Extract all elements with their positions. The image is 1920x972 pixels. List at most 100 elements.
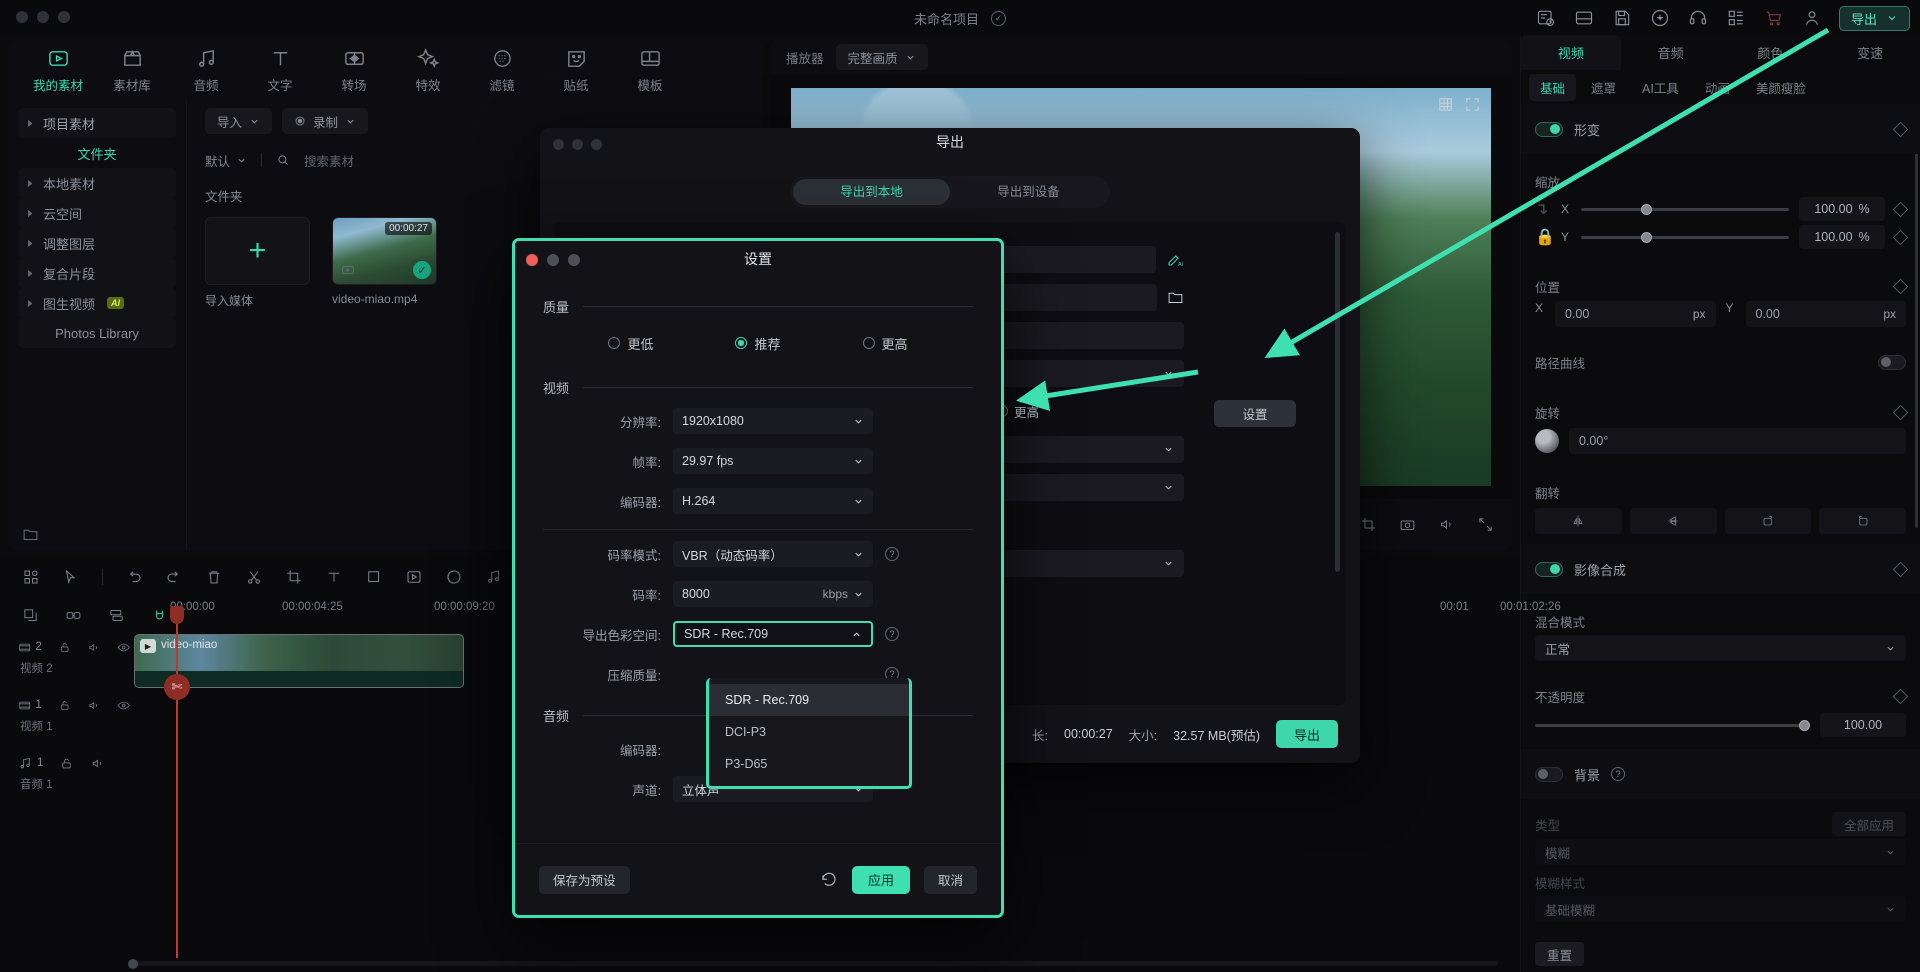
headset-icon[interactable]	[1687, 7, 1709, 29]
scale-x-slider[interactable]	[1581, 208, 1789, 211]
sidebar-item-local-media[interactable]: 本地素材	[18, 168, 176, 198]
tab-export-device[interactable]: 导出到设备	[950, 179, 1107, 205]
opacity-value-box[interactable]: 100.00	[1820, 713, 1906, 737]
record-button[interactable]: 录制	[282, 108, 368, 134]
mute-icon[interactable]	[87, 640, 100, 655]
select-tool-icon[interactable]	[62, 568, 80, 586]
lock-icon[interactable]: 🔒	[1535, 227, 1551, 247]
preview-quality-dropdown[interactable]: 完整画质	[836, 44, 928, 70]
lock-icon[interactable]	[58, 698, 71, 713]
nav-tab-audio[interactable]: 音频	[174, 47, 238, 94]
maximize-window-button[interactable]	[568, 254, 580, 266]
sort-dropdown[interactable]: 默认	[205, 151, 247, 170]
import-button[interactable]: 导入	[205, 108, 272, 134]
save-icon[interactable]	[1611, 7, 1633, 29]
mute-icon[interactable]	[90, 756, 105, 771]
background-toggle[interactable]	[1535, 767, 1563, 782]
apply-all-button[interactable]: 全部应用	[1832, 812, 1906, 836]
subtab-animation[interactable]: 动画	[1694, 74, 1741, 101]
cart-icon[interactable]	[1763, 7, 1785, 29]
scale-x-value-box[interactable]: 100.00 %	[1799, 197, 1885, 221]
grid-view-icon[interactable]	[22, 568, 40, 586]
bitrate-mode-select[interactable]: VBR（动态码率）	[673, 541, 873, 567]
crop-icon[interactable]	[285, 568, 303, 586]
reset-button[interactable]: 重置	[1535, 942, 1584, 966]
search-input[interactable]: 搜索素材	[304, 151, 354, 170]
link-clips-icon[interactable]	[65, 607, 82, 624]
framerate-select[interactable]: 29.97 fps	[673, 448, 873, 474]
user-icon[interactable]	[1801, 7, 1823, 29]
keyframe-icon[interactable]	[1893, 278, 1909, 294]
duplicate-icon[interactable]	[22, 607, 39, 624]
keyframe-icon[interactable]	[1893, 404, 1909, 420]
nav-tab-effects[interactable]: 特效	[396, 47, 460, 94]
sidebar-item-image-to-video[interactable]: 图生视频 AI	[18, 288, 176, 318]
keyframe-icon[interactable]	[1893, 201, 1909, 217]
media-card-video[interactable]: 00:00:27 ✓ video-miao.mp4	[332, 217, 437, 309]
nav-tab-text[interactable]: 文字	[248, 47, 312, 94]
visibility-icon[interactable]	[117, 698, 130, 713]
import-media-card[interactable]: + 导入媒体	[205, 217, 310, 309]
nav-tab-sticker[interactable]: 贴纸	[544, 47, 608, 94]
blend-mode-select[interactable]: 正常	[1535, 635, 1906, 661]
flip-horizontal-button[interactable]	[1535, 508, 1622, 534]
keyframe-icon[interactable]	[1893, 229, 1909, 245]
bitrate-input[interactable]: 8000 kbps	[673, 581, 873, 607]
cancel-button[interactable]: 取消	[924, 866, 977, 894]
media-thumbnail[interactable]: 00:00:27 ✓	[332, 217, 437, 285]
subtab-ai-tools[interactable]: AI工具	[1631, 74, 1690, 101]
keyframe-icon[interactable]	[1893, 121, 1909, 137]
help-icon[interactable]: ?	[885, 547, 899, 561]
maximize-window-button[interactable]	[591, 139, 602, 150]
help-icon[interactable]: ?	[885, 627, 899, 641]
timeline-horizontal-scrollbar[interactable]	[128, 961, 1498, 966]
subtab-mask[interactable]: 遮罩	[1580, 74, 1627, 101]
snapshot-icon[interactable]	[1399, 516, 1416, 533]
lock-icon[interactable]	[59, 756, 74, 771]
delete-icon[interactable]	[205, 568, 223, 586]
grid-overlay-icon[interactable]	[1437, 96, 1454, 113]
export-confirm-button[interactable]: 导出	[1276, 720, 1338, 748]
encoder-select[interactable]: H.264	[673, 488, 873, 514]
playhead-split-icon[interactable]: ✄	[164, 674, 190, 700]
fullscreen-icon[interactable]	[1464, 96, 1481, 113]
quality-radio-recommended[interactable]: 推荐	[735, 334, 780, 353]
layout-icon[interactable]	[1573, 7, 1595, 29]
keyframe-icon[interactable]	[1893, 561, 1909, 577]
blur-style-select[interactable]: 基础模糊	[1535, 896, 1906, 922]
align-icon[interactable]	[108, 607, 125, 624]
help-icon[interactable]: ?	[1611, 767, 1625, 781]
tab-speed[interactable]: 变速	[1820, 43, 1920, 70]
sidebar-item-adjustment-layer[interactable]: 调整图层	[18, 228, 176, 258]
opacity-slider[interactable]	[1535, 724, 1810, 727]
colorspace-option-sdr-rec709[interactable]: SDR - Rec.709	[709, 684, 909, 716]
expand-icon[interactable]	[1477, 516, 1494, 533]
pos-y-field[interactable]: 0.00 px	[1746, 301, 1907, 327]
rotation-dial[interactable]	[1535, 429, 1559, 453]
text-icon[interactable]	[325, 568, 343, 586]
grid-apps-icon[interactable]	[1725, 7, 1747, 29]
settings-button[interactable]: 设置	[1214, 400, 1296, 427]
close-window-button[interactable]	[553, 139, 564, 150]
minimize-window-button[interactable]	[547, 254, 559, 266]
colorspace-option-p3-d65[interactable]: P3-D65	[709, 748, 909, 780]
audio-detach-icon[interactable]	[485, 568, 503, 586]
sidebar-item-cloud[interactable]: 云空间	[18, 198, 176, 228]
quality-radio-high[interactable]: 更高	[863, 334, 908, 353]
rotate-left-button[interactable]	[1725, 508, 1812, 534]
subtab-beauty[interactable]: 美颜瘦脸	[1745, 74, 1817, 101]
reset-icon[interactable]	[820, 871, 838, 889]
scale-y-value-box[interactable]: 100.00 %	[1799, 225, 1885, 249]
quality-radio-low[interactable]: 更低	[608, 334, 653, 353]
minimize-window-button[interactable]	[572, 139, 583, 150]
sidebar-item-photos-library[interactable]: Photos Library	[18, 318, 176, 348]
import-media-box[interactable]: +	[205, 217, 310, 285]
nav-tab-transition[interactable]: 转场	[322, 47, 386, 94]
sidebar-item-folder[interactable]: 文件夹	[18, 138, 176, 168]
type-select[interactable]: 模糊	[1535, 839, 1906, 865]
lock-icon[interactable]	[58, 640, 71, 655]
flip-vertical-button[interactable]	[1630, 508, 1717, 534]
volume-icon[interactable]	[1438, 516, 1455, 533]
export-button[interactable]: 导出	[1839, 6, 1910, 31]
sidebar-item-compound-clip[interactable]: 复合片段	[18, 258, 176, 288]
